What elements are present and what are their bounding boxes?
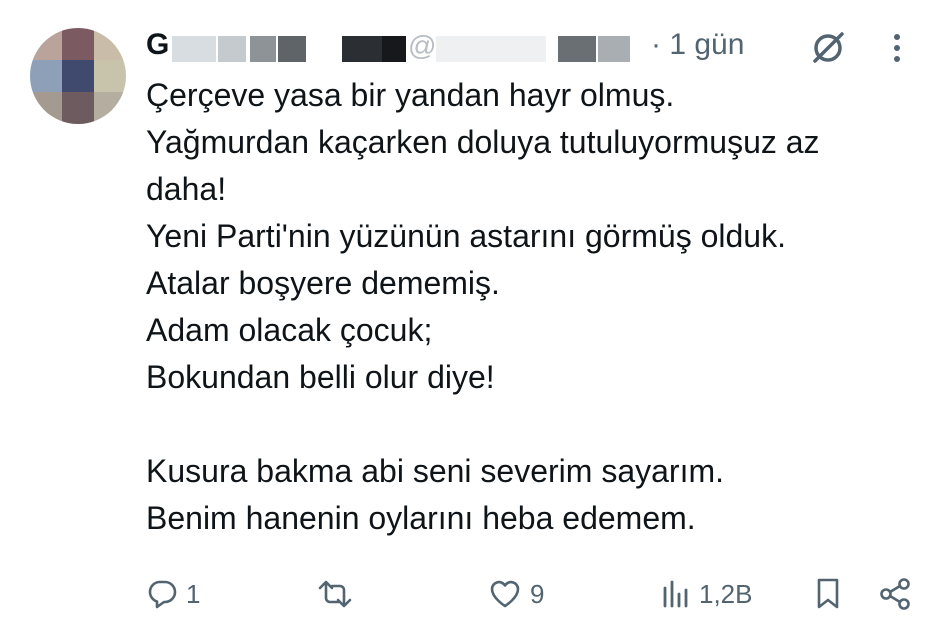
grok-icon [813, 32, 844, 63]
tweet-action-bar: 1 9 1,2B [146, 572, 916, 616]
views-icon [663, 580, 688, 608]
censored-name-block [382, 36, 406, 62]
censored-name-block [342, 36, 382, 62]
tweet-text-line: Yeni Parti'nin yüzünün astarını görmüş o… [146, 218, 786, 254]
views-button[interactable]: 1,2B [661, 572, 753, 616]
tweet-header: G @ · 1 gün [146, 24, 916, 68]
author-handle[interactable]: @ [408, 30, 436, 62]
censored-handle-block [436, 36, 546, 62]
tweet-text-line: Yağmurdan kaçarken doluya tutuluyormuşuz… [146, 124, 820, 160]
reply-count: 1 [186, 578, 201, 609]
share-icon [880, 578, 910, 610]
heart-icon [490, 580, 520, 608]
tweet-text: Çerçeve yasa bir yandan hayr olmuş. Yağm… [146, 72, 926, 542]
censored-name-block [278, 36, 306, 62]
bookmark-button[interactable] [814, 572, 842, 616]
reply-button[interactable]: 1 [146, 572, 200, 616]
more-icon [894, 34, 900, 62]
like-button[interactable]: 9 [488, 572, 544, 616]
more-options-button[interactable] [882, 28, 912, 68]
like-count: 9 [530, 578, 545, 609]
censored-name-block [218, 36, 246, 62]
censored-handle-block [558, 36, 596, 62]
censored-name-block [250, 36, 276, 62]
tweet-text-line: Çerçeve yasa bir yandan hayr olmuş. [146, 77, 675, 113]
censored-name-block [172, 36, 216, 62]
avatar[interactable] [30, 28, 126, 124]
share-button[interactable] [878, 572, 912, 616]
tweet-text-line: daha! [146, 171, 227, 207]
retweet-icon [318, 580, 352, 608]
tweet-text-line: Bokundan belli olur diye! [146, 359, 495, 395]
censored-handle-block [598, 36, 630, 62]
retweet-button[interactable] [316, 572, 362, 616]
bookmark-icon [817, 578, 839, 609]
tweet-text-line: Kusura bakma abi seni severim sayarım. [146, 453, 724, 489]
tweet-text-line: Benim hanenin oylarını heba edemem. [146, 500, 696, 536]
tweet-timestamp[interactable]: · 1 gün [651, 28, 744, 62]
grok-button[interactable] [808, 28, 848, 68]
reply-icon [148, 580, 177, 609]
views-count: 1,2B [699, 578, 753, 609]
author-name[interactable]: G [146, 28, 169, 62]
tweet-text-line: Adam olacak çocuk; [146, 312, 433, 348]
tweet-text-blank-line [146, 401, 926, 448]
tweet-text-line: Atalar boşyere dememiş. [146, 265, 500, 301]
